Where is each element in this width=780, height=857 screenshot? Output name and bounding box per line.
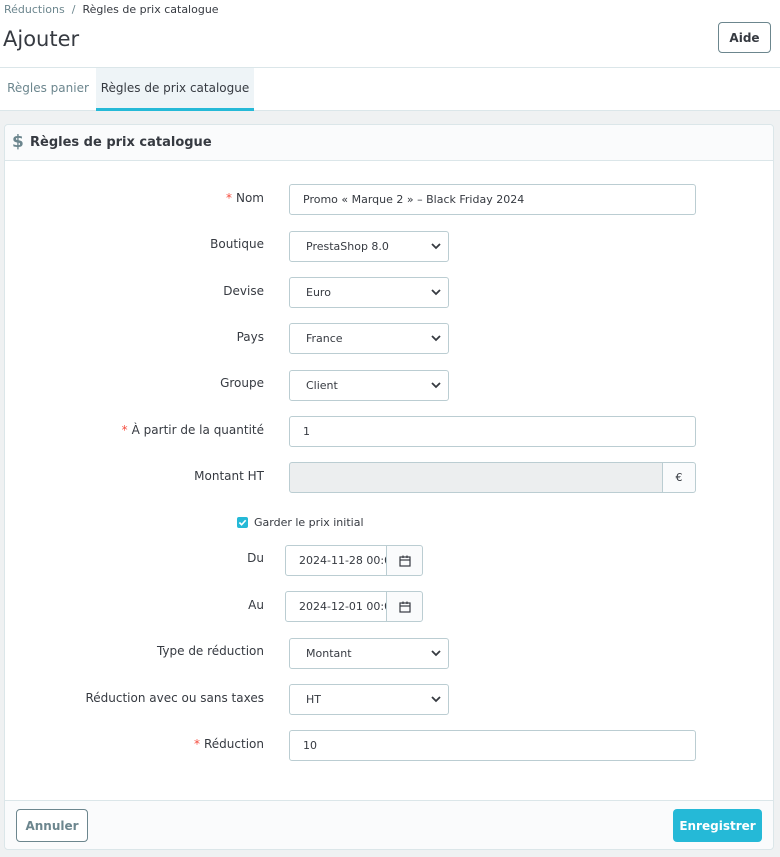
price-excl-input — [289, 462, 663, 493]
to-date-input[interactable]: 2024-12-01 00:00:00 — [285, 591, 387, 622]
calendar-button[interactable] — [386, 545, 423, 576]
keep-initial-price-label: Garder le prix initial — [254, 516, 364, 529]
card-title: Règles de prix catalogue — [30, 135, 212, 150]
tab-bar: Règles panier Règles de prix catalogue — [0, 68, 780, 111]
required-mark: * — [121, 423, 128, 437]
help-button[interactable]: Aide — [718, 22, 771, 53]
chevron-down-icon — [431, 335, 441, 342]
reduction-label: * Réduction — [194, 737, 264, 751]
country-label: Pays — [236, 330, 264, 344]
required-mark: * — [225, 191, 232, 205]
chevron-down-icon — [431, 289, 441, 296]
catalog-price-rule-form: $ Règles de prix catalogue * Nom Promo « … — [4, 124, 774, 850]
reduction-type-select[interactable]: Montant — [289, 638, 449, 669]
required-mark: * — [194, 737, 200, 751]
keep-initial-price-checkbox[interactable] — [237, 517, 248, 528]
dollar-icon: $ — [12, 132, 24, 152]
page-title: Ajouter — [3, 27, 80, 51]
card-header: $ Règles de prix catalogue — [5, 125, 773, 161]
reduction-tax-select[interactable]: HT — [289, 684, 449, 715]
page-header: Réductions / Règles de prix catalogue Ajou… — [0, 0, 780, 68]
card-footer: Annuler Enregistrer — [5, 800, 773, 849]
calendar-button[interactable] — [386, 591, 423, 622]
breadcrumb-separator: / — [71, 3, 76, 16]
tab-cart-rules[interactable]: Règles panier — [0, 68, 96, 111]
chevron-down-icon — [431, 243, 441, 250]
group-select[interactable]: Client — [289, 370, 449, 401]
reduction-input[interactable]: 10 — [289, 730, 696, 761]
reduction-type-label: Type de réduction — [156, 644, 264, 658]
chevron-down-icon — [431, 382, 441, 389]
breadcrumb-parent-link[interactable]: Réductions — [4, 3, 65, 16]
from-date-label: Du — [247, 551, 264, 565]
from-quantity-label: * À partir de la quantité — [121, 423, 264, 437]
euro-addon: € — [662, 462, 696, 493]
currency-select[interactable]: Euro — [289, 277, 449, 308]
breadcrumb-current: Règles de prix catalogue — [82, 3, 219, 16]
save-button[interactable]: Enregistrer — [673, 809, 762, 842]
name-label: * Nom — [225, 191, 264, 205]
to-date-label: Au — [248, 598, 264, 612]
tab-catalog-price-rules[interactable]: Règles de prix catalogue — [96, 68, 254, 111]
name-input[interactable]: Promo « Marque 2 » – Black Friday 2024 — [289, 184, 696, 215]
group-label: Groupe — [220, 376, 264, 390]
currency-label: Devise — [223, 284, 264, 298]
breadcrumb: Réductions / Règles de prix catalogue — [4, 3, 219, 16]
calendar-icon — [398, 555, 411, 567]
shop-select[interactable]: PrestaShop 8.0 — [289, 231, 449, 262]
shop-label: Boutique — [210, 237, 264, 251]
chevron-down-icon — [431, 650, 441, 657]
from-quantity-input[interactable]: 1 — [289, 416, 696, 447]
calendar-icon — [398, 601, 411, 613]
reduction-tax-label: Réduction avec ou sans taxes — [85, 691, 264, 705]
price-excl-label: Montant HT — [194, 469, 264, 483]
from-date-input[interactable]: 2024-11-28 00:00:00 — [285, 545, 387, 576]
chevron-down-icon — [431, 696, 441, 703]
country-select[interactable]: France — [289, 323, 449, 354]
check-icon — [238, 519, 247, 526]
cancel-button[interactable]: Annuler — [16, 809, 88, 842]
